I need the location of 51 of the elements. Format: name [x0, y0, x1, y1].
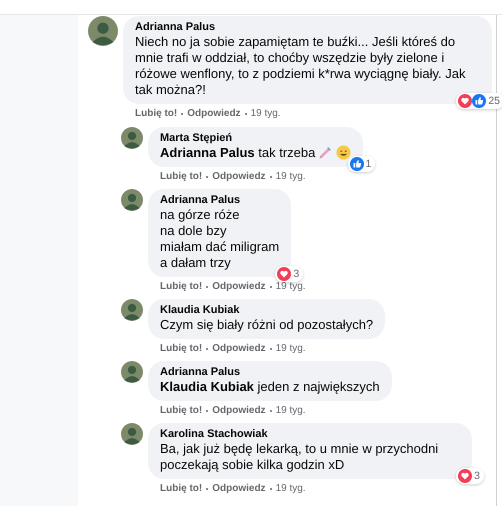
comment-line: na górze róże	[160, 207, 240, 223]
reaction-badge[interactable]: 1	[348, 156, 376, 172]
author-name[interactable]: Marta Stępień	[160, 132, 352, 145]
reaction-badge[interactable]: 3	[275, 266, 304, 282]
reply-link[interactable]: Odpowiedz	[212, 483, 266, 495]
separator-dot	[270, 286, 272, 288]
separator-dot	[206, 410, 208, 412]
separator-dot	[270, 176, 272, 178]
separator-dot	[270, 410, 272, 412]
comment-time[interactable]: 19 tyg.	[276, 483, 306, 495]
separator-dot	[270, 348, 272, 350]
comment-line: na dole bzy	[160, 223, 228, 239]
like-link[interactable]: Lubię to!	[160, 281, 202, 293]
smile-icon	[336, 145, 352, 160]
author-name[interactable]: Adrianna Palus	[160, 194, 280, 207]
comment-time[interactable]: 19 tyg.	[276, 171, 306, 183]
separator-dot	[206, 348, 208, 350]
comment-text: Klaudia Kubiak jeden z największych	[160, 379, 380, 395]
like-link[interactable]: Lubię to!	[160, 343, 202, 355]
reply-link[interactable]: Odpowiedz	[212, 405, 266, 417]
separator-dot	[206, 488, 208, 490]
reaction-badge[interactable]: 25	[456, 93, 502, 109]
reply-link[interactable]: Odpowiedz	[187, 108, 241, 120]
like-link[interactable]: Lubię to!	[160, 171, 202, 183]
separator-dot	[270, 488, 272, 490]
reply-link[interactable]: Odpowiedz	[212, 281, 266, 293]
separator-dot	[181, 113, 184, 115]
reaction-badge[interactable]: 3	[456, 468, 484, 484]
syringe-icon	[318, 145, 334, 160]
reply-link[interactable]: Odpowiedz	[212, 343, 266, 355]
like-link[interactable]: Lubię to!	[160, 405, 202, 417]
separator-dot	[206, 286, 208, 288]
comment-line: miałam dać miligram	[160, 239, 280, 255]
author-name[interactable]: Klaudia Kubiak	[160, 304, 374, 317]
comment-time[interactable]: 19 tyg.	[276, 405, 306, 417]
separator-dot	[244, 113, 247, 115]
comment-text: Ba, jak już będę lekarką, to u mnie w przychodni poczekają sobie kilka godzin xD	[160, 441, 440, 473]
separator-dot	[206, 176, 208, 178]
comment-line: a dałam trzy	[160, 255, 232, 271]
reply-link[interactable]: Odpowiedz	[212, 171, 266, 183]
comment-time[interactable]: 19 tyg.	[276, 343, 306, 355]
author-name[interactable]: Adrianna Palus	[135, 21, 480, 34]
author-name[interactable]: Adrianna Palus	[160, 366, 380, 379]
author-name[interactable]: Karolina Stachowiak	[160, 428, 460, 441]
like-link[interactable]: Lubię to!	[160, 483, 202, 495]
thumbs-up-icon	[350, 157, 364, 171]
comment-time[interactable]: 19 tyg.	[250, 108, 281, 120]
comment-text: Czym się biały różni od pozostałych?	[160, 317, 374, 333]
comment-time[interactable]: 19 tyg.	[276, 281, 306, 293]
like-link[interactable]: Lubię to!	[135, 108, 178, 120]
thumbs-up-icon	[472, 94, 486, 108]
